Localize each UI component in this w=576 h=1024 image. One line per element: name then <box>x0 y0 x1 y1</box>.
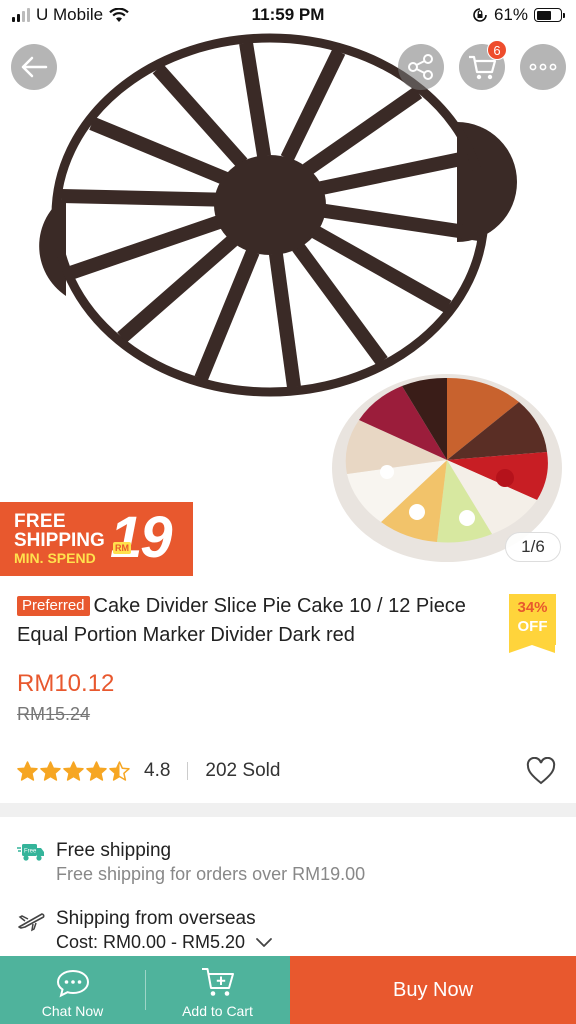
battery-percent: 61% <box>493 5 528 24</box>
discount-off-label: OFF <box>517 618 548 635</box>
sold-count: 202 Sold <box>205 760 281 781</box>
cart-count-badge: 6 <box>487 40 507 60</box>
chat-now-label: Chat Now <box>41 1003 104 1019</box>
star-icon <box>40 760 61 781</box>
product-image-gallery[interactable]: 6 FREE SHIPPING MIN. SPEND 19 RM 1/6 <box>0 0 576 578</box>
divider-spoke <box>239 42 271 158</box>
shipping-cost[interactable]: Cost: RM0.00 - RM5.20 <box>56 932 273 953</box>
free-shipping-amount: 19 <box>110 505 172 570</box>
buy-now-button[interactable]: Buy Now <box>290 956 576 1024</box>
rating-value: 4.8 <box>144 760 171 781</box>
rating-stars[interactable] <box>17 760 130 782</box>
divider-spoke <box>302 86 423 176</box>
star-icon <box>63 760 84 781</box>
add-cart-icon <box>201 968 234 996</box>
free-shipping-currency: RM <box>113 542 131 554</box>
rating-separator <box>187 762 189 780</box>
bottom-action-bar: Chat Now Add to Cart Buy Now <box>0 956 576 1024</box>
original-price: RM15.24 <box>17 704 91 724</box>
divider-spoke <box>61 189 219 207</box>
more-dots-icon <box>529 63 557 71</box>
product-title-block: Preferred Cake Divider Slice Pie Cake 10 … <box>17 592 487 650</box>
free-icon-text: Free <box>24 849 37 855</box>
discount-percent: 34% <box>517 599 548 616</box>
free-shipping-min-spend: MIN. SPEND <box>14 550 96 566</box>
preferred-badge: Preferred <box>17 596 90 616</box>
share-icon <box>408 54 433 80</box>
chat-icon <box>56 969 89 998</box>
more-options-button[interactable] <box>520 44 566 90</box>
section-divider <box>0 803 576 817</box>
rating-row: 4.8 202 Sold <box>17 757 562 785</box>
free-shipping-truck-icon: Free <box>17 844 44 861</box>
free-shipping-line2: SHIPPING <box>14 530 105 551</box>
shipping-from-label: Shipping from <box>56 908 174 929</box>
cart-button[interactable]: 6 <box>459 40 507 90</box>
divider-spoke <box>280 48 346 162</box>
add-to-cart-label: Add to Cart <box>182 1003 253 1019</box>
free-shipping-title: Free shipping <box>56 840 172 861</box>
discount-tag: 34% OFF <box>509 594 556 653</box>
bottom-bar-divider <box>145 970 146 1010</box>
free-shipping-banner: FREE SHIPPING MIN. SPEND 19 RM <box>0 502 193 576</box>
back-button[interactable] <box>11 44 57 90</box>
add-to-cart-button[interactable]: Add to Cart <box>145 956 290 1024</box>
orientation-lock-icon <box>473 8 487 22</box>
status-bar-right: 61% <box>472 5 565 25</box>
current-price: RM10.12 <box>17 670 115 697</box>
battery-icon <box>534 8 565 22</box>
shipping-cost-value: Cost: RM0.00 - RM5.20 <box>56 932 246 952</box>
secondary-actions: Chat Now Add to Cart <box>0 956 290 1024</box>
free-shipping-subtitle: Free shipping for orders over RM19.00 <box>56 864 366 884</box>
airplane-icon <box>18 913 45 932</box>
chevron-down-icon <box>256 938 272 947</box>
arrow-left-icon <box>21 56 48 78</box>
star-icon <box>17 760 38 781</box>
shipping-from-location: overseas <box>178 908 256 929</box>
heart-icon[interactable] <box>526 757 556 785</box>
chat-now-button[interactable]: Chat Now <box>0 956 145 1024</box>
share-button[interactable] <box>398 44 444 90</box>
divider-spoke <box>317 150 470 196</box>
status-bar: U Mobile 11:59 PM 61% <box>0 0 576 30</box>
star-icon <box>86 760 107 781</box>
image-counter: 1/6 <box>505 532 561 562</box>
product-page: 6 FREE SHIPPING MIN. SPEND 19 RM 1/6 U M… <box>0 0 576 1024</box>
divider-spoke <box>320 203 480 241</box>
divider-spoke <box>268 253 301 388</box>
shipping-origin: Shipping from overseas <box>56 908 256 930</box>
battery-fill <box>536 10 551 20</box>
star-icon <box>109 760 130 781</box>
